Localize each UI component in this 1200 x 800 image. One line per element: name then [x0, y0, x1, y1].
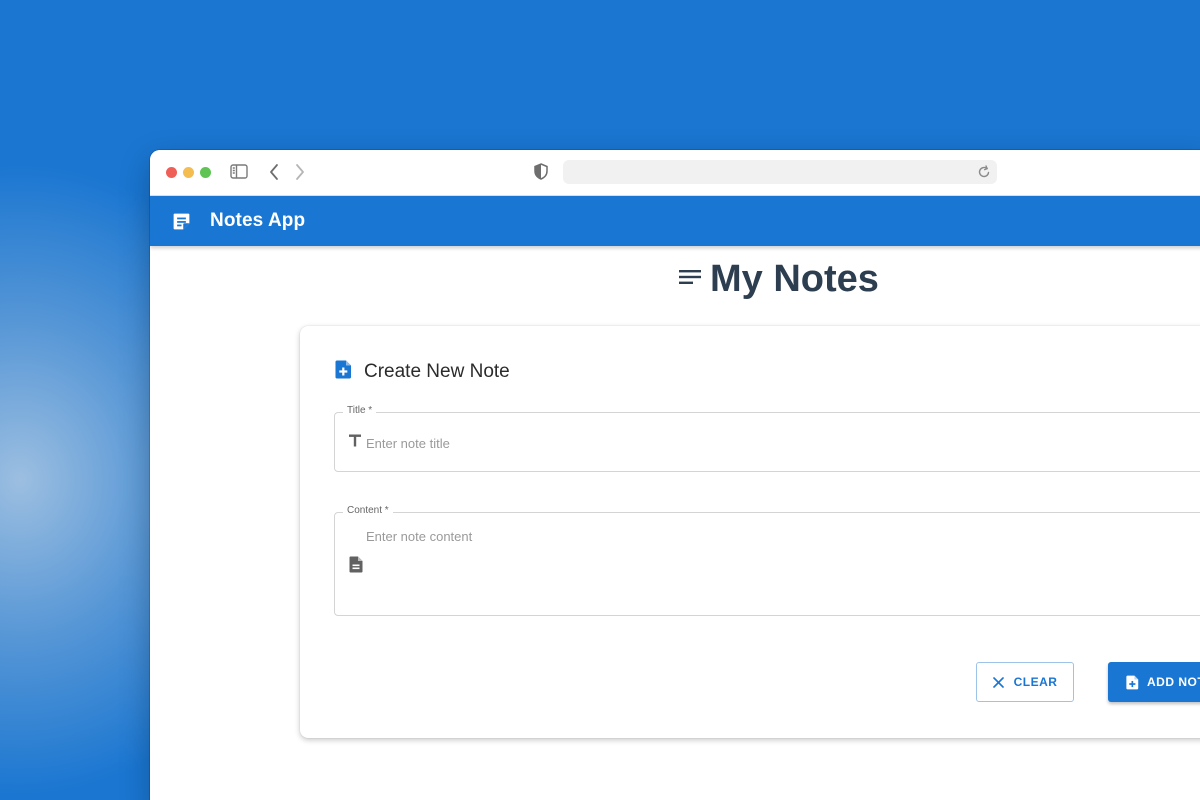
- content-field-label: Content *: [343, 505, 393, 516]
- page-title: My Notes: [710, 258, 879, 300]
- address-bar[interactable]: [563, 160, 997, 184]
- sidebar-toggle-icon[interactable]: [230, 164, 248, 184]
- clear-button-label: CLEAR: [1013, 675, 1058, 689]
- card-header: Create New Note: [335, 360, 510, 384]
- create-note-card: Create New Note Title * Content *: [300, 326, 1200, 738]
- title-field-label: Title *: [343, 405, 377, 416]
- card-title: Create New Note: [364, 361, 510, 382]
- app-title: Notes App: [210, 210, 306, 231]
- minimize-window-button[interactable]: [183, 167, 194, 178]
- maximize-window-button[interactable]: [200, 167, 211, 178]
- add-note-button-label: ADD NOTE: [1147, 675, 1200, 689]
- content-input[interactable]: [366, 529, 1200, 599]
- lines-icon: [678, 267, 702, 292]
- browser-titlebar: [150, 150, 1200, 196]
- clear-button[interactable]: CLEAR: [976, 662, 1074, 702]
- browser-window: Notes App My Notes Create New Note Title…: [150, 150, 1200, 800]
- desktop: Notes App My Notes Create New Note Title…: [0, 0, 1200, 800]
- close-icon: [992, 676, 1004, 688]
- app-bar: Notes App: [150, 196, 1200, 246]
- forward-icon[interactable]: [294, 163, 306, 186]
- sticky-note-icon: [170, 210, 192, 232]
- title-field[interactable]: Title *: [334, 405, 1200, 472]
- content-field[interactable]: Content *: [334, 505, 1200, 616]
- note-add-icon: [335, 360, 352, 384]
- back-icon[interactable]: [268, 163, 280, 186]
- text-format-icon: [349, 434, 361, 452]
- title-input[interactable]: [366, 434, 1200, 452]
- document-icon: [349, 556, 363, 578]
- page-heading: My Notes: [678, 258, 879, 301]
- note-add-icon: [1126, 675, 1139, 690]
- close-window-button[interactable]: [166, 167, 177, 178]
- main-content: My Notes Create New Note Title * Enter n…: [150, 246, 1200, 800]
- shield-icon: [534, 163, 548, 185]
- reload-icon[interactable]: [978, 165, 991, 184]
- add-note-button[interactable]: ADD NOTE: [1108, 662, 1200, 702]
